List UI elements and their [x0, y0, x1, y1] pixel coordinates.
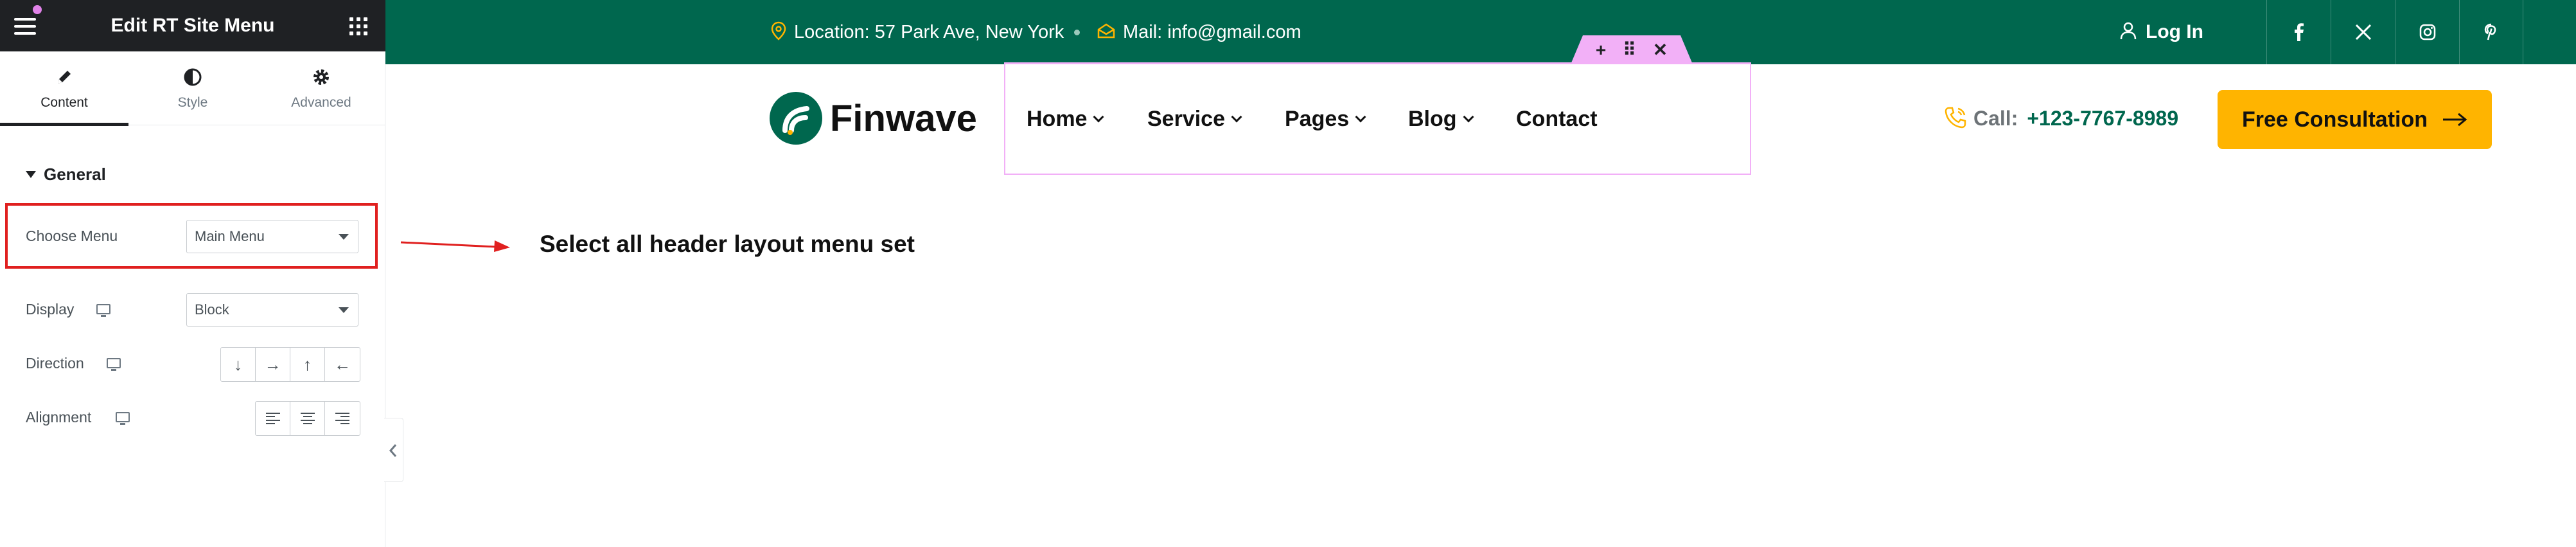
direction-button-group: ↓ → ↑ ←	[220, 347, 360, 382]
nav-home[interactable]: Home	[1027, 107, 1104, 132]
half-circle-icon	[184, 68, 202, 86]
cta-label: Free Consultation	[2241, 107, 2428, 132]
add-widget-icon[interactable]: +	[1596, 40, 1606, 60]
nav-contact-label: Contact	[1516, 107, 1598, 131]
tab-style-label: Style	[177, 95, 208, 110]
choose-menu-value: Main Menu	[195, 228, 265, 244]
location-text: Location: 57 Park Ave, New York	[794, 22, 1064, 42]
call-number: +123-7767-8989	[2027, 107, 2179, 130]
align-center-icon	[300, 413, 315, 424]
login-link[interactable]: Log In	[2120, 0, 2203, 64]
free-consultation-button[interactable]: Free Consultation	[2218, 90, 2492, 149]
direction-label: Direction	[26, 355, 84, 372]
chevron-down-icon	[1093, 111, 1104, 123]
caret-down-icon	[26, 170, 36, 178]
tab-content-label: Content	[40, 95, 88, 110]
tab-style[interactable]: Style	[128, 51, 257, 125]
editor-panel: Edit RT Site Menu Content Style Advanced…	[0, 0, 385, 547]
choose-menu-label: Choose Menu	[26, 228, 118, 244]
direction-down-button[interactable]: ↓	[221, 348, 256, 381]
nav-service[interactable]: Service	[1147, 107, 1242, 132]
dropdown-arrow-icon	[339, 234, 349, 240]
direction-right-button[interactable]: →	[256, 348, 290, 381]
desktop-icon[interactable]	[107, 358, 121, 371]
widgets-grid-icon[interactable]	[349, 17, 367, 35]
mail-text: Mail: info@gmail.com	[1123, 22, 1301, 42]
call-info[interactable]: Call: +123-7767-8989	[1944, 107, 2178, 132]
align-left-button[interactable]	[256, 402, 290, 435]
desktop-icon[interactable]	[116, 412, 130, 425]
display-value: Block	[195, 301, 229, 318]
align-left-icon	[265, 413, 280, 424]
nav-blog[interactable]: Blog	[1408, 107, 1474, 132]
panel-tabs: Content Style Advanced	[0, 51, 385, 126]
chevron-left-icon	[389, 444, 397, 457]
facebook-icon[interactable]	[2266, 0, 2331, 64]
social-links	[2266, 0, 2523, 64]
pinterest-icon[interactable]	[2459, 0, 2523, 64]
section-general[interactable]: General	[26, 165, 106, 184]
top-bar: Location: 57 Park Ave, New York Mail: in…	[385, 0, 2576, 64]
nav-service-label: Service	[1147, 107, 1225, 131]
gear-icon	[313, 69, 329, 85]
nav-blog-label: Blog	[1408, 107, 1457, 131]
alignment-label: Alignment	[26, 409, 92, 426]
tab-advanced-label: Advanced	[291, 95, 351, 110]
user-icon	[2120, 22, 2137, 40]
panel-header: Edit RT Site Menu	[0, 0, 385, 51]
pencil-icon	[58, 71, 71, 84]
align-center-button[interactable]	[290, 402, 325, 435]
chevron-down-icon	[1355, 111, 1366, 123]
logo-text[interactable]: Finwave	[830, 97, 977, 140]
panel-title: Edit RT Site Menu	[110, 15, 275, 36]
align-right-button[interactable]	[325, 402, 360, 435]
separator-dot	[1074, 30, 1080, 35]
nav-home-label: Home	[1027, 107, 1088, 131]
align-right-icon	[335, 413, 349, 424]
location-info: Location: 57 Park Ave, New York	[771, 0, 1064, 64]
arrow-right-icon	[2443, 112, 2467, 127]
display-label: Display	[26, 301, 75, 318]
widget-toolbar: + ⠿ ✕	[1571, 35, 1693, 64]
close-widget-icon[interactable]: ✕	[1653, 39, 1668, 60]
chevron-down-icon	[1231, 111, 1242, 123]
direction-up-button[interactable]: ↑	[290, 348, 325, 381]
x-icon[interactable]	[2331, 0, 2395, 64]
nav-pages-label: Pages	[1285, 107, 1350, 131]
phone-icon	[1945, 107, 1966, 128]
dropdown-arrow-icon	[339, 307, 349, 313]
display-select[interactable]: Block	[186, 293, 358, 327]
desktop-icon[interactable]	[96, 304, 110, 317]
selected-widget-frame[interactable]	[1004, 62, 1751, 175]
chevron-down-icon	[1463, 111, 1474, 123]
panel-collapse-handle[interactable]	[384, 418, 403, 482]
nav-pages[interactable]: Pages	[1285, 107, 1366, 132]
choose-menu-select[interactable]: Main Menu	[186, 220, 358, 253]
nav-contact[interactable]: Contact	[1516, 107, 1598, 132]
mail-info[interactable]: Mail: info@gmail.com	[1097, 0, 1301, 64]
call-label: Call:	[1973, 107, 2018, 130]
tab-advanced[interactable]: Advanced	[257, 51, 385, 125]
location-pin-icon	[771, 22, 786, 41]
instagram-icon[interactable]	[2395, 0, 2459, 64]
annotation-text: Select all header layout menu set	[540, 231, 915, 257]
tab-content[interactable]: Content	[0, 51, 128, 126]
drag-handle-icon[interactable]: ⠿	[1623, 39, 1636, 60]
annotation-arrow-icon	[400, 240, 510, 252]
direction-left-button[interactable]: ←	[325, 348, 360, 381]
login-text: Log In	[2146, 21, 2203, 42]
alignment-button-group	[255, 401, 360, 436]
section-general-label: General	[44, 165, 106, 184]
logo-mark-icon[interactable]	[770, 92, 822, 145]
mail-icon	[1097, 23, 1115, 39]
